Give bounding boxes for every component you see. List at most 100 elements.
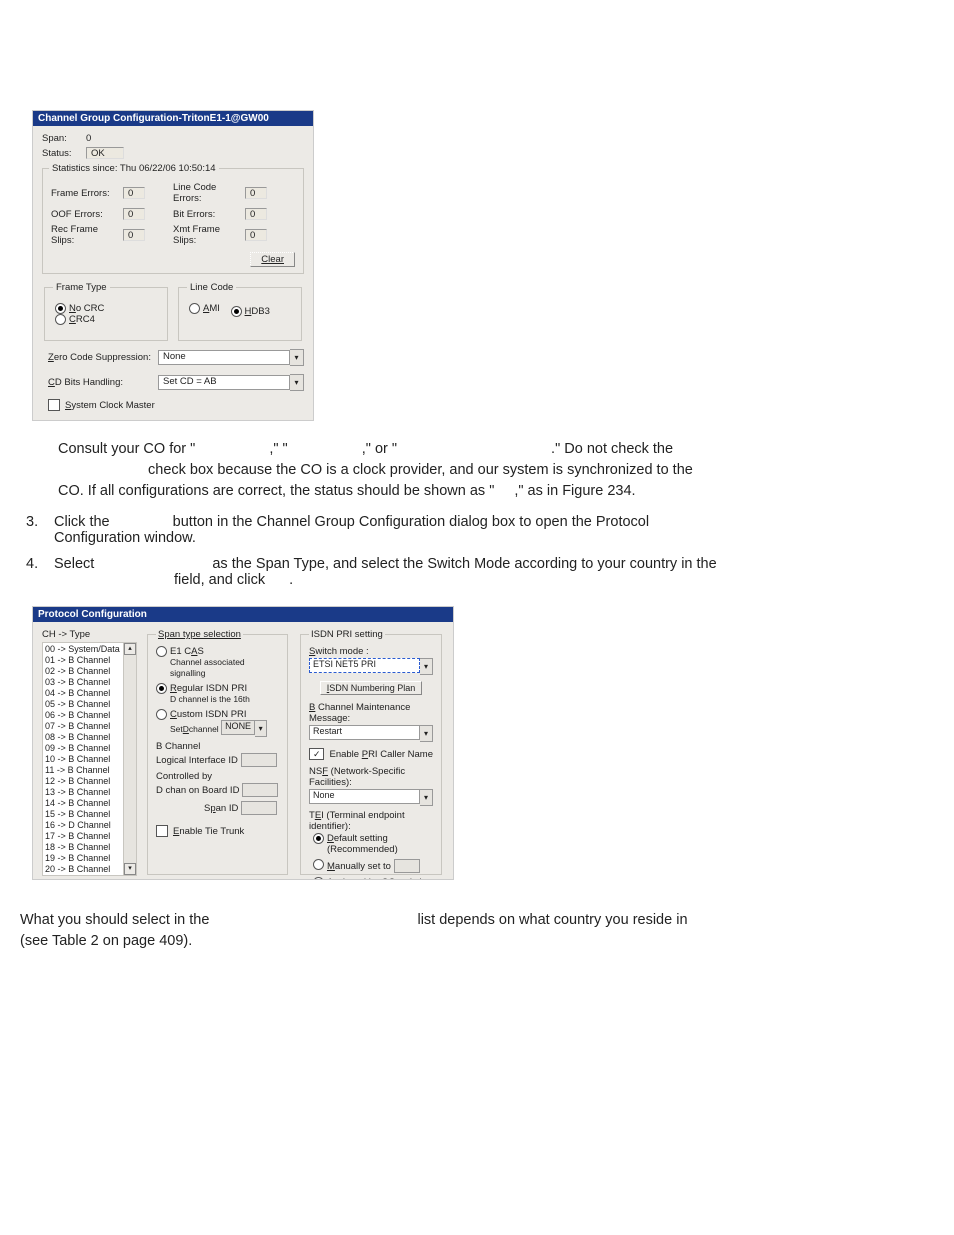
span-id-label: Span ID (204, 803, 238, 814)
switch-mode-select[interactable]: ETSI NET5 PRI▾ (309, 658, 433, 675)
span-value: 0 (86, 133, 91, 144)
line-code-errors-label: Line Code Errors: (173, 182, 245, 204)
step-number: 4. (20, 556, 54, 588)
set-d-channel-select[interactable]: NONE▾ (221, 720, 267, 737)
chevron-down-icon[interactable]: ▾ (290, 349, 304, 366)
enable-pri-caller-name-checkbox[interactable] (309, 748, 324, 760)
crc4-radio[interactable]: CRC4 (55, 314, 95, 325)
enable-pri-caller-name-label: Enable PRI Caller Name (329, 749, 433, 760)
system-clock-master-label: System Clock Master (65, 400, 155, 411)
span-id-input (241, 801, 277, 815)
zero-code-suppression-select[interactable]: None▾ (158, 349, 304, 366)
chevron-down-icon[interactable]: ▾ (420, 725, 433, 742)
channel-list: CH -> Type 00 -> System/Data01 -> B Chan… (42, 629, 137, 875)
list-item[interactable]: 01 -> B Channel (45, 655, 121, 666)
list-item[interactable]: 11 -> B Channel (45, 765, 121, 776)
list-item[interactable]: 09 -> B Channel (45, 743, 121, 754)
list-item[interactable]: 18 -> B Channel (45, 842, 121, 853)
channel-list-header: CH -> Type (42, 629, 137, 640)
scroll-up-icon[interactable]: ▴ (124, 643, 136, 655)
enable-tie-trunk-checkbox[interactable] (156, 825, 168, 837)
ami-radio[interactable]: AMI (189, 303, 220, 314)
custom-isdn-pri-radio[interactable] (156, 709, 167, 720)
chevron-down-icon[interactable]: ▾ (255, 720, 267, 737)
list-item[interactable]: 19 -> B Channel (45, 853, 121, 864)
protocol-configuration-dialog: Protocol Configuration CH -> Type 00 -> … (32, 606, 454, 880)
oof-errors-value: 0 (123, 208, 145, 220)
rec-slips-value: 0 (123, 229, 145, 241)
span-type-selection-group: Span type selection E1 CASChannel associ… (147, 629, 288, 875)
b-channel-maint-msg-label: B Channel Maintenance Message: (309, 702, 433, 724)
status-value: OK (86, 147, 124, 159)
scroll-down-icon[interactable]: ▾ (124, 863, 136, 875)
line-code-errors-value: 0 (245, 187, 267, 199)
nsf-select[interactable]: None▾ (309, 789, 433, 806)
scrollbar[interactable]: ▴ ▾ (123, 643, 136, 875)
step-4: 4. Select as the Span Type, and select t… (20, 556, 934, 588)
list-item[interactable]: 16 -> D Channel (45, 820, 121, 831)
xmt-slips-label: Xmt Frame Slips: (173, 224, 245, 246)
chevron-down-icon[interactable]: ▾ (290, 374, 304, 391)
list-item[interactable]: 08 -> B Channel (45, 732, 121, 743)
hdb3-radio[interactable]: HDB3 (231, 306, 270, 317)
line-code-group: Line Code AMI HDB3 (178, 282, 302, 341)
b-channel-maint-msg-select[interactable]: Restart▾ (309, 725, 433, 742)
d-chan-board-id-input (242, 783, 278, 797)
radio-dot-icon (55, 303, 66, 314)
span-label: Span: (42, 133, 86, 144)
list-item[interactable]: 02 -> B Channel (45, 666, 121, 677)
list-item[interactable]: 12 -> B Channel (45, 776, 121, 787)
document-page: Channel Group Configuration-TritonE1-1@G… (0, 0, 954, 1235)
tei-manual-input (394, 859, 420, 873)
statistics-group: Statistics since: Thu 06/22/06 10:50:14 … (42, 163, 304, 274)
dialog-titlebar: Channel Group Configuration-TritonE1-1@G… (33, 111, 313, 126)
channel-list-items[interactable]: 00 -> System/Data01 -> B Channel02 -> B … (43, 643, 123, 875)
clear-button[interactable]: Clear (250, 252, 295, 267)
list-item[interactable]: 07 -> B Channel (45, 721, 121, 732)
list-item[interactable]: 06 -> B Channel (45, 710, 121, 721)
zero-code-suppression-label: Zero Code Suppression: (48, 352, 158, 363)
d-chan-board-id-label: D chan on Board ID (156, 785, 239, 796)
no-crc-radio[interactable]: No CRC (55, 303, 104, 314)
list-item[interactable]: 04 -> B Channel (45, 688, 121, 699)
list-item[interactable]: 15 -> B Channel (45, 809, 121, 820)
status-label: Status: (42, 148, 86, 159)
radio-dot-icon (55, 314, 66, 325)
list-item[interactable]: 13 -> B Channel (45, 787, 121, 798)
system-clock-master-checkbox[interactable] (48, 399, 60, 411)
list-item[interactable]: 05 -> B Channel (45, 699, 121, 710)
chevron-down-icon[interactable]: ▾ (420, 658, 433, 675)
e1-cas-radio[interactable] (156, 646, 167, 657)
instruction-text-block-1: Consult your CO for " ," " ," or " ." Do… (20, 439, 934, 502)
logical-interface-id-label: Logical Interface ID (156, 755, 238, 766)
list-item[interactable]: 17 -> B Channel (45, 831, 121, 842)
list-item[interactable]: 14 -> B Channel (45, 798, 121, 809)
isdn-numbering-plan-button[interactable]: ISDN Numbering Plan (320, 681, 423, 695)
frame-type-group: Frame Type No CRC CRC4 (44, 282, 168, 341)
step-number: 3. (20, 514, 54, 546)
regular-isdn-pri-radio[interactable] (156, 683, 167, 694)
logical-interface-id-input (241, 753, 277, 767)
line-code-legend: Line Code (187, 282, 236, 293)
rec-slips-label: Rec Frame Slips: (51, 224, 123, 246)
cd-bits-handling-select[interactable]: Set CD = AB▾ (158, 374, 304, 391)
tei-assigned-radio[interactable] (313, 877, 324, 879)
tei-manual-radio[interactable] (313, 859, 324, 870)
isdn-pri-legend: ISDN PRI setting (309, 629, 385, 640)
b-channel-label: B Channel (156, 741, 279, 752)
xmt-slips-value: 0 (245, 229, 267, 241)
statistics-legend: Statistics since: Thu 06/22/06 10:50:14 (49, 163, 219, 174)
frame-type-legend: Frame Type (53, 282, 110, 293)
step-3: 3. Click the button in the Channel Group… (20, 514, 934, 546)
chevron-down-icon[interactable]: ▾ (420, 789, 433, 806)
list-item[interactable]: 20 -> B Channel (45, 864, 121, 875)
list-item[interactable]: 00 -> System/Data (45, 644, 121, 655)
tei-default-radio[interactable] (313, 833, 324, 844)
list-item[interactable]: 03 -> B Channel (45, 677, 121, 688)
list-item[interactable]: 10 -> B Channel (45, 754, 121, 765)
radio-dot-icon (231, 306, 242, 317)
dialog-titlebar: Protocol Configuration (33, 607, 453, 622)
instruction-text-block-2: What you should select in the list depen… (20, 910, 934, 952)
nsf-label: NSF (Network-Specific Facilities): (309, 766, 433, 788)
channel-group-configuration-dialog: Channel Group Configuration-TritonE1-1@G… (32, 110, 314, 421)
